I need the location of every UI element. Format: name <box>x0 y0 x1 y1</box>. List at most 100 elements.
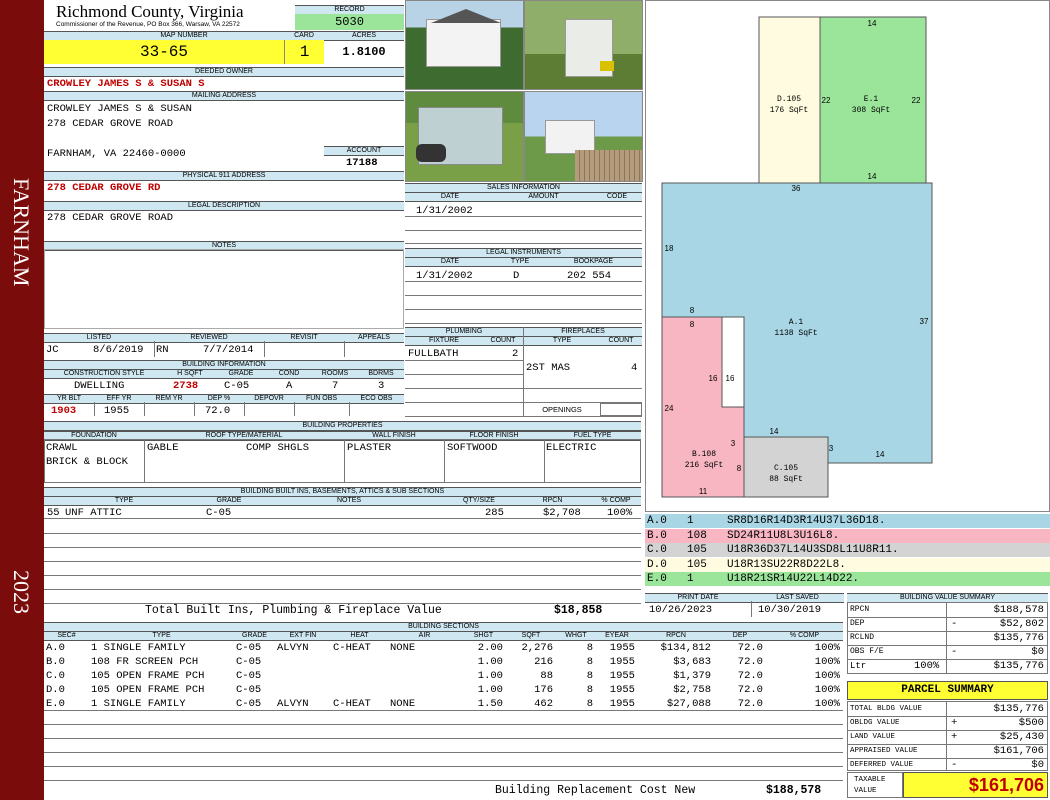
ps-obldg-sign: + <box>951 717 958 729</box>
notes-box <box>44 249 404 329</box>
legend-sec: B.0 <box>647 529 667 542</box>
section-cell: 1 SINGLE FAMILY <box>91 642 186 654</box>
dim-b-step-right: 16 <box>726 374 735 383</box>
instr-book-header: BOOKPAGE <box>545 257 642 267</box>
listed-date: 8/6/2019 <box>93 344 144 356</box>
section-cell: $134,812 <box>660 642 711 654</box>
depovr-header: DEPOVR <box>244 394 294 404</box>
cond-header: COND <box>266 369 312 379</box>
dim-a-left: 18 <box>665 244 674 253</box>
section-cell: 1.00 <box>477 670 503 682</box>
sections-col-header: GRADE <box>234 631 275 641</box>
dim-e-bottom: 14 <box>868 172 877 181</box>
sections-col-header: SHGT <box>461 631 506 641</box>
section-cell: E.0 <box>46 698 65 710</box>
ps-bldg: $135,776 <box>993 703 1044 715</box>
dim-b-left: 24 <box>665 404 674 413</box>
vs-rpcn: $188,578 <box>993 604 1044 616</box>
section-cell: D.0 <box>46 684 65 696</box>
vs-rclnd-label: RCLND <box>850 633 875 642</box>
dim-c-top: 14 <box>770 427 779 436</box>
section-cell: 8 <box>586 656 593 668</box>
section-cell: 1.00 <box>477 656 503 668</box>
effyr-header: EFF YR <box>94 394 144 404</box>
ps-appraised: $161,706 <box>993 745 1044 757</box>
print-date: 10/26/2023 <box>649 604 713 616</box>
section-cell: 100% <box>814 684 840 696</box>
dep-header: DEP % <box>194 394 244 404</box>
sections-col-header: TYPE <box>89 631 234 641</box>
legend-sec: C.0 <box>647 544 667 556</box>
fire-count-header: COUNT <box>600 336 642 346</box>
section-cell: 88 <box>540 670 553 682</box>
physical-address-label: PHYSICAL 911 ADDRESS <box>44 171 404 181</box>
fire-type-header: TYPE <box>524 336 600 346</box>
dim-b-top-out: 8 <box>690 306 695 315</box>
section-cell: C-05 <box>236 670 262 682</box>
sales-date-header: DATE <box>405 192 495 202</box>
builtin-comp-header: % COMP <box>591 496 641 506</box>
builtin-grade-header: GRADE <box>204 496 254 506</box>
sales-amount-header: AMOUNT <box>495 192 592 202</box>
section-cell: $2,758 <box>673 684 711 696</box>
section-cell: 100% <box>814 670 840 682</box>
legend-path: U18R36D37L14U3SD8L11U8R11. <box>727 544 899 556</box>
section-cell: 72.0 <box>737 698 763 710</box>
builtin-type-header: TYPE <box>44 496 204 506</box>
sections-col-header: SQFT <box>506 631 556 641</box>
hsqft-header: H SQFT <box>164 369 216 379</box>
sections-col-header: EYEAR <box>596 631 638 641</box>
section-cell: NONE <box>390 642 416 654</box>
section-cell: $3,683 <box>673 656 711 668</box>
legend-path: SR8D16R14D3R14U37L36D18. <box>727 515 886 527</box>
last-saved: 10/30/2019 <box>758 604 822 616</box>
commissioner-address: Commissioner of the Revenue, PO Box 366,… <box>56 21 240 28</box>
dim-top: 14 <box>868 19 877 28</box>
sections-total-label: Building Replacement Cost New <box>495 784 696 797</box>
plumb-count-header: COUNT <box>483 336 523 346</box>
deeded-owner: CROWLEY JAMES S & SUSAN S <box>47 78 205 90</box>
house-photo-2 <box>524 91 643 182</box>
rooms-value: 7 <box>332 380 339 392</box>
rooms-header: ROOMS <box>312 369 358 379</box>
mailing-line-3: FARNHAM, VA 22460-0000 <box>47 148 186 160</box>
year-built: 1903 <box>51 405 77 417</box>
dim-b-step-left: 16 <box>709 374 718 383</box>
sections-col-header: WHGT <box>556 631 596 641</box>
section-cell: C-05 <box>236 698 262 710</box>
vs-rclnd: $135,776 <box>993 632 1044 644</box>
card-number: 1 <box>284 40 324 64</box>
dim-a-top: 36 <box>792 184 801 193</box>
vs-dep: $52,802 <box>999 618 1044 630</box>
ps-deferred-sign: - <box>951 759 958 771</box>
section-cell: 216 <box>534 656 553 668</box>
vs-ltr-percent: 100% <box>914 660 940 672</box>
building-sketch: D.105 176 SqFt E.1 308 SqFt A.1 1138 SqF… <box>661 16 933 498</box>
vs-obs-sign: - <box>951 646 958 658</box>
sections-col-header: SEC# <box>44 631 89 641</box>
section-cell: NONE <box>390 698 416 710</box>
sidebar-year: 2023 <box>9 570 34 614</box>
sketch-section-b <box>661 316 745 498</box>
sections-col-header: RPCN <box>638 631 714 641</box>
house-photo-1 <box>405 0 524 90</box>
sketch-b-name: B.108 <box>692 450 716 459</box>
sketch-e-area: 308 SqFt <box>852 106 890 115</box>
ecoobs-header: ECO OBS <box>349 394 404 404</box>
builtin-qty-header: QTY/SIZE <box>444 496 514 506</box>
reviewed-by: RN <box>156 344 169 356</box>
ps-deferred: $0 <box>1031 759 1044 771</box>
legend-row: D.0 105 U18R13SU22R8D22L8. <box>645 557 1050 572</box>
section-cell: 100% <box>814 656 840 668</box>
legend-code: 1 <box>687 573 694 585</box>
mailing-line-1: CROWLEY JAMES S & SUSAN <box>47 103 192 115</box>
section-cell: 462 <box>534 698 553 710</box>
remyr-header: REM YR <box>144 394 194 404</box>
section-cell: C-HEAT <box>333 698 371 710</box>
sales-code-header: CODE <box>592 192 642 202</box>
legend-code: 105 <box>687 544 707 556</box>
vs-ltr: $135,776 <box>993 660 1044 672</box>
legend-path: U18R21SR14U22L14D22. <box>727 573 860 585</box>
account-value: 17188 <box>346 157 378 169</box>
ps-obldg-label: OBLDG VALUE <box>850 719 900 727</box>
